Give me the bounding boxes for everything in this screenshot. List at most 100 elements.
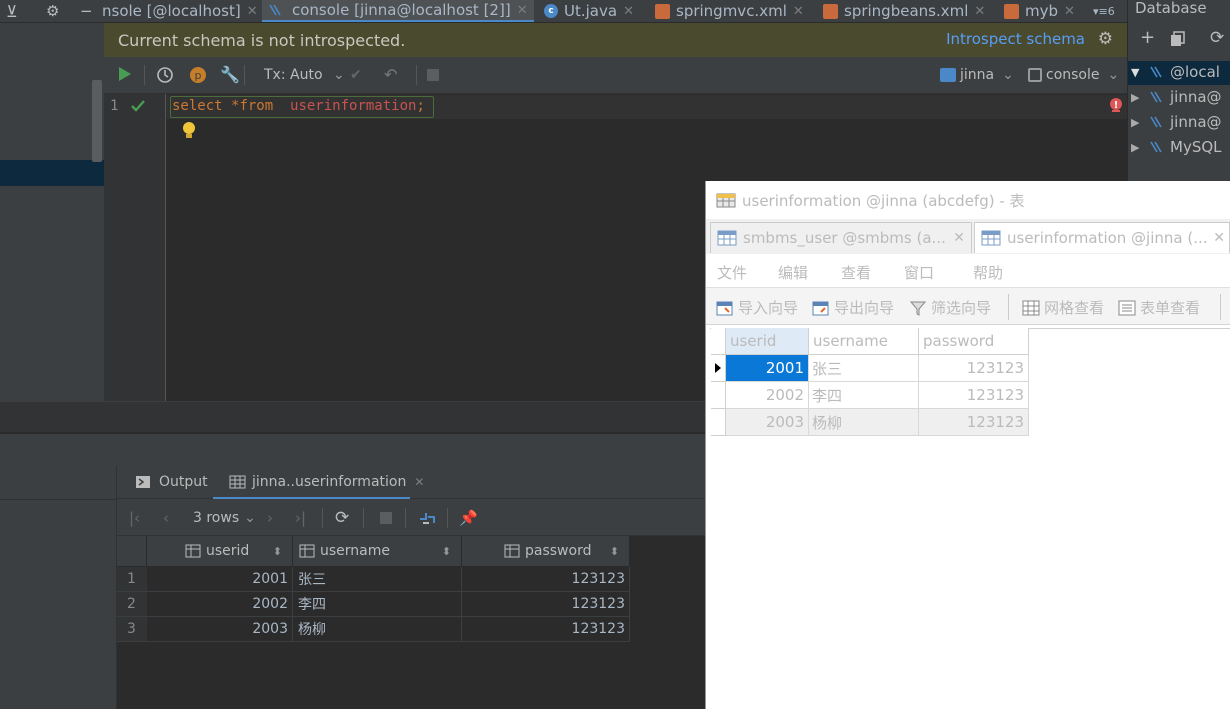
- tab-smbms-user[interactable]: smbms_user @smbms (a... ✕: [710, 222, 972, 253]
- cell-username[interactable]: 张三: [293, 567, 462, 592]
- stop-button[interactable]: [379, 509, 393, 525]
- cell-userid[interactable]: 2002: [726, 382, 809, 409]
- tab-output[interactable]: Output: [135, 474, 208, 490]
- add-icon[interactable]: +: [1140, 29, 1155, 47]
- tab-console-localhost[interactable]: nsole [@localhost] ✕: [102, 0, 258, 22]
- commit-icon[interactable]: ✔: [350, 66, 362, 84]
- close-icon[interactable]: ✕: [247, 4, 258, 19]
- history-button[interactable]: [156, 66, 174, 84]
- sort-icon[interactable]: ⬍: [610, 545, 619, 558]
- chevron-right-icon[interactable]: ▶: [1131, 141, 1145, 154]
- cell-username[interactable]: 张三: [809, 355, 919, 382]
- left-panel-selection[interactable]: [0, 160, 104, 186]
- next-page-icon[interactable]: ›: [267, 509, 273, 527]
- tree-node-jinna-1[interactable]: ▶ jinna@: [1131, 88, 1222, 106]
- menu-help[interactable]: 帮助: [973, 262, 1003, 283]
- run-button[interactable]: [118, 66, 132, 82]
- grid-view-button[interactable]: 网格查看: [1022, 297, 1104, 318]
- menu-file[interactable]: 文件: [717, 262, 747, 283]
- lightbulb-icon[interactable]: [181, 121, 197, 139]
- cell-userid[interactable]: 2001: [726, 355, 809, 382]
- close-icon[interactable]: ✕: [623, 4, 634, 19]
- import-wizard-button[interactable]: 导入向导: [716, 297, 798, 318]
- schema-select[interactable]: jinna ⌄: [940, 66, 1014, 84]
- cell-username[interactable]: 李四: [809, 382, 919, 409]
- close-icon[interactable]: ✕: [1213, 230, 1225, 246]
- first-page-icon[interactable]: |‹: [129, 509, 140, 527]
- cell-username[interactable]: 李四: [293, 592, 462, 617]
- sql-code-line[interactable]: select *from userinformation;: [172, 98, 425, 114]
- form-view-button[interactable]: 表单查看: [1118, 297, 1200, 318]
- copy-button[interactable]: [1170, 31, 1186, 47]
- split-icon[interactable]: ⊻: [6, 0, 18, 22]
- tab-myb[interactable]: myb ✕: [1004, 0, 1075, 22]
- tab-result-table[interactable]: jinna..userinformation ✕: [229, 474, 424, 490]
- tab-springbeans-xml[interactable]: springbeans.xml ✕: [823, 0, 985, 22]
- cell-password[interactable]: 123123: [919, 409, 1029, 436]
- row-count-select[interactable]: 3 rows ⌄: [193, 509, 256, 527]
- transaction-mode-select[interactable]: Tx: Auto ⌄: [264, 66, 345, 84]
- profile-button[interactable]: p: [189, 66, 207, 84]
- tab-ut-java[interactable]: c Ut.java ✕: [544, 0, 634, 22]
- close-icon[interactable]: ✕: [1064, 4, 1075, 19]
- cell-password[interactable]: 123123: [919, 382, 1029, 409]
- chevron-right-icon[interactable]: ▶: [1131, 91, 1145, 104]
- cell-password[interactable]: 123123: [919, 355, 1029, 382]
- column-header-username[interactable]: username: [809, 328, 919, 355]
- row-indicator[interactable]: [711, 355, 726, 382]
- cell-password[interactable]: 123123: [462, 567, 630, 592]
- cell-password[interactable]: 123123: [462, 592, 630, 617]
- pin-icon[interactable]: 📌: [459, 509, 478, 527]
- close-icon[interactable]: ✕: [974, 4, 985, 19]
- column-header-username[interactable]: username ⬍: [293, 536, 462, 566]
- close-icon[interactable]: ✕: [953, 230, 965, 246]
- column-header-password[interactable]: password ⬍: [462, 536, 630, 566]
- menu-edit[interactable]: 编辑: [778, 262, 808, 283]
- cell-userid[interactable]: 2003: [726, 409, 809, 436]
- row-indicator[interactable]: [711, 409, 726, 436]
- previous-page-icon[interactable]: ‹: [163, 509, 169, 527]
- minimize-icon[interactable]: −: [80, 0, 93, 22]
- sort-icon[interactable]: ⬍: [273, 545, 282, 558]
- gear-icon[interactable]: ⚙: [46, 0, 59, 22]
- tab-springmvc-xml[interactable]: springmvc.xml ✕: [655, 0, 804, 22]
- error-icon[interactable]: !: [1109, 97, 1123, 113]
- gear-icon[interactable]: ⚙: [1098, 31, 1113, 48]
- introspect-schema-link[interactable]: Introspect schema: [946, 30, 1085, 48]
- export-wizard-button[interactable]: 导出向导: [812, 297, 894, 318]
- cell-username[interactable]: 杨柳: [809, 409, 919, 436]
- menu-window[interactable]: 窗口: [904, 262, 934, 283]
- close-icon[interactable]: ✕: [793, 4, 804, 19]
- transpose-button[interactable]: [417, 509, 437, 527]
- last-page-icon[interactable]: ›|: [295, 509, 306, 527]
- tab-overflow-button[interactable]: ▾≡6: [1093, 0, 1115, 22]
- close-icon[interactable]: ✕: [414, 475, 424, 489]
- chevron-down-icon[interactable]: ▼: [1131, 66, 1145, 79]
- chevron-right-icon[interactable]: ▶: [1131, 116, 1145, 129]
- tab-console-jinna[interactable]: console [jinna@localhost [2]] ✕: [262, 0, 534, 22]
- tree-node-jinna-2[interactable]: ▶ jinna@: [1131, 113, 1222, 131]
- refresh-icon[interactable]: ⟳: [1210, 29, 1224, 47]
- tree-node-local[interactable]: ▼ @local: [1131, 63, 1220, 81]
- column-header-password[interactable]: password: [919, 328, 1029, 355]
- session-select[interactable]: console ⌄: [1028, 66, 1119, 84]
- close-icon[interactable]: ✕: [517, 3, 528, 18]
- column-header-userid[interactable]: userid ⬍: [147, 536, 293, 566]
- column-header-userid[interactable]: userid: [726, 328, 809, 355]
- sort-icon[interactable]: ⬍: [442, 545, 451, 558]
- rollback-icon[interactable]: ↶: [384, 66, 397, 84]
- cell-userid[interactable]: 2002: [147, 592, 293, 617]
- cell-userid[interactable]: 2001: [147, 567, 293, 592]
- wrench-icon[interactable]: 🔧: [220, 66, 240, 84]
- tab-userinformation[interactable]: userinformation @jinna (... ✕: [974, 222, 1230, 253]
- stop-button[interactable]: [426, 66, 440, 82]
- refresh-icon[interactable]: ⟳: [335, 509, 349, 527]
- row-indicator[interactable]: [711, 382, 726, 409]
- cell-userid[interactable]: 2003: [147, 617, 293, 642]
- menu-view[interactable]: 查看: [841, 262, 871, 283]
- cell-username[interactable]: 杨柳: [293, 617, 462, 642]
- tree-node-mysql[interactable]: ▶ MySQL: [1131, 138, 1222, 156]
- cell-password[interactable]: 123123: [462, 617, 630, 642]
- left-panel-scrollbar[interactable]: [92, 80, 102, 162]
- filter-wizard-button[interactable]: 筛选向导: [909, 297, 991, 318]
